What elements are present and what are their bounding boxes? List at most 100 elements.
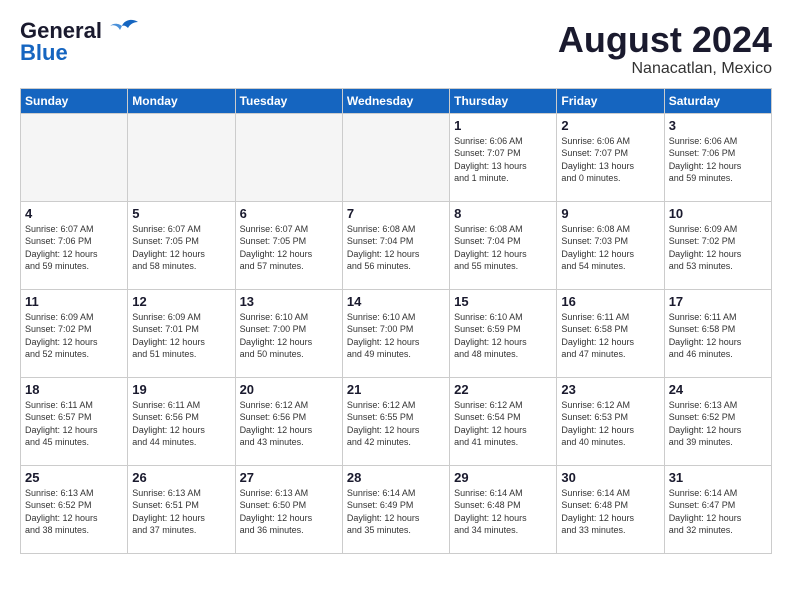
day-info: Sunrise: 6:13 AMSunset: 6:52 PMDaylight:… [669,399,767,449]
calendar-cell: 21 Sunrise: 6:12 AMSunset: 6:55 PMDayligh… [342,377,449,465]
calendar-cell: 30 Sunrise: 6:14 AMSunset: 6:48 PMDayligh… [557,465,664,553]
column-header-thursday: Thursday [450,88,557,113]
day-number: 25 [25,470,123,485]
calendar-table: SundayMondayTuesdayWednesdayThursdayFrid… [20,88,772,554]
day-info: Sunrise: 6:11 AMSunset: 6:57 PMDaylight:… [25,399,123,449]
week-row-1: 1 Sunrise: 6:06 AMSunset: 7:07 PMDaylight… [21,113,772,201]
day-info: Sunrise: 6:14 AMSunset: 6:48 PMDaylight:… [454,487,552,537]
day-number: 20 [240,382,338,397]
calendar-cell: 1 Sunrise: 6:06 AMSunset: 7:07 PMDaylight… [450,113,557,201]
day-number: 16 [561,294,659,309]
day-info: Sunrise: 6:13 AMSunset: 6:51 PMDaylight:… [132,487,230,537]
day-info: Sunrise: 6:14 AMSunset: 6:47 PMDaylight:… [669,487,767,537]
day-number: 17 [669,294,767,309]
calendar-cell: 22 Sunrise: 6:12 AMSunset: 6:54 PMDayligh… [450,377,557,465]
calendar-cell: 10 Sunrise: 6:09 AMSunset: 7:02 PMDayligh… [664,201,771,289]
day-info: Sunrise: 6:07 AMSunset: 7:06 PMDaylight:… [25,223,123,273]
week-row-3: 11 Sunrise: 6:09 AMSunset: 7:02 PMDayligh… [21,289,772,377]
day-info: Sunrise: 6:07 AMSunset: 7:05 PMDaylight:… [240,223,338,273]
day-info: Sunrise: 6:06 AMSunset: 7:06 PMDaylight:… [669,135,767,185]
calendar-cell: 28 Sunrise: 6:14 AMSunset: 6:49 PMDayligh… [342,465,449,553]
location-subtitle: Nanacatlan, Mexico [558,60,772,78]
day-number: 26 [132,470,230,485]
day-info: Sunrise: 6:08 AMSunset: 7:04 PMDaylight:… [347,223,445,273]
day-info: Sunrise: 6:10 AMSunset: 7:00 PMDaylight:… [347,311,445,361]
calendar-cell: 23Sunrise: 6:12 AMSunset: 6:53 PMDayligh… [557,377,664,465]
day-info: Sunrise: 6:11 AMSunset: 6:56 PMDaylight:… [132,399,230,449]
calendar-cell [235,113,342,201]
logo-bird-icon [104,18,140,48]
calendar-cell: 27 Sunrise: 6:13 AMSunset: 6:50 PMDayligh… [235,465,342,553]
day-info: Sunrise: 6:09 AMSunset: 7:02 PMDaylight:… [669,223,767,273]
logo-text: GeneralBlue [20,20,102,64]
day-info: Sunrise: 6:07 AMSunset: 7:05 PMDaylight:… [132,223,230,273]
day-info: Sunrise: 6:10 AMSunset: 6:59 PMDaylight:… [454,311,552,361]
day-number: 15 [454,294,552,309]
calendar-cell: 7 Sunrise: 6:08 AMSunset: 7:04 PMDaylight… [342,201,449,289]
month-year-title: August 2024 [558,20,772,60]
day-info: Sunrise: 6:12 AMSunset: 6:55 PMDaylight:… [347,399,445,449]
day-number: 27 [240,470,338,485]
day-info: Sunrise: 6:06 AMSunset: 7:07 PMDaylight:… [561,135,659,185]
calendar-cell: 24 Sunrise: 6:13 AMSunset: 6:52 PMDayligh… [664,377,771,465]
day-number: 31 [669,470,767,485]
day-number: 8 [454,206,552,221]
day-info: Sunrise: 6:14 AMSunset: 6:48 PMDaylight:… [561,487,659,537]
day-info: Sunrise: 6:12 AMSunset: 6:56 PMDaylight:… [240,399,338,449]
day-info: Sunrise: 6:09 AMSunset: 7:02 PMDaylight:… [25,311,123,361]
day-number: 13 [240,294,338,309]
day-number: 22 [454,382,552,397]
logo: GeneralBlue [20,20,140,64]
day-number: 12 [132,294,230,309]
day-number: 18 [25,382,123,397]
calendar-cell: 8Sunrise: 6:08 AMSunset: 7:04 PMDaylight… [450,201,557,289]
calendar-cell: 26 Sunrise: 6:13 AMSunset: 6:51 PMDayligh… [128,465,235,553]
calendar-cell: 29Sunrise: 6:14 AMSunset: 6:48 PMDayligh… [450,465,557,553]
day-number: 1 [454,118,552,133]
day-number: 2 [561,118,659,133]
day-info: Sunrise: 6:11 AMSunset: 6:58 PMDaylight:… [561,311,659,361]
page-header: GeneralBlue August 2024 Nanacatlan, Mexi… [20,20,772,78]
calendar-cell: 4 Sunrise: 6:07 AMSunset: 7:06 PMDaylight… [21,201,128,289]
calendar-cell: 31 Sunrise: 6:14 AMSunset: 6:47 PMDayligh… [664,465,771,553]
day-number: 19 [132,382,230,397]
column-header-tuesday: Tuesday [235,88,342,113]
calendar-cell: 5Sunrise: 6:07 AMSunset: 7:05 PMDaylight… [128,201,235,289]
calendar-cell: 3Sunrise: 6:06 AMSunset: 7:06 PMDaylight… [664,113,771,201]
calendar-cell: 17Sunrise: 6:11 AMSunset: 6:58 PMDayligh… [664,289,771,377]
calendar-cell: 6Sunrise: 6:07 AMSunset: 7:05 PMDaylight… [235,201,342,289]
day-info: Sunrise: 6:10 AMSunset: 7:00 PMDaylight:… [240,311,338,361]
day-info: Sunrise: 6:13 AMSunset: 6:52 PMDaylight:… [25,487,123,537]
calendar-cell: 11 Sunrise: 6:09 AMSunset: 7:02 PMDayligh… [21,289,128,377]
column-header-monday: Monday [128,88,235,113]
day-number: 24 [669,382,767,397]
day-number: 30 [561,470,659,485]
day-number: 7 [347,206,445,221]
day-info: Sunrise: 6:12 AMSunset: 6:53 PMDaylight:… [561,399,659,449]
day-number: 11 [25,294,123,309]
day-info: Sunrise: 6:09 AMSunset: 7:01 PMDaylight:… [132,311,230,361]
column-header-saturday: Saturday [664,88,771,113]
calendar-cell: 14Sunrise: 6:10 AMSunset: 7:00 PMDayligh… [342,289,449,377]
day-info: Sunrise: 6:14 AMSunset: 6:49 PMDaylight:… [347,487,445,537]
column-header-sunday: Sunday [21,88,128,113]
week-row-2: 4 Sunrise: 6:07 AMSunset: 7:06 PMDaylight… [21,201,772,289]
week-row-5: 25 Sunrise: 6:13 AMSunset: 6:52 PMDayligh… [21,465,772,553]
day-info: Sunrise: 6:13 AMSunset: 6:50 PMDaylight:… [240,487,338,537]
calendar-cell: 9Sunrise: 6:08 AMSunset: 7:03 PMDaylight… [557,201,664,289]
calendar-cell: 16 Sunrise: 6:11 AMSunset: 6:58 PMDayligh… [557,289,664,377]
day-number: 10 [669,206,767,221]
calendar-cell [128,113,235,201]
calendar-cell: 15 Sunrise: 6:10 AMSunset: 6:59 PMDayligh… [450,289,557,377]
day-info: Sunrise: 6:06 AMSunset: 7:07 PMDaylight:… [454,135,552,185]
column-header-friday: Friday [557,88,664,113]
day-number: 4 [25,206,123,221]
day-info: Sunrise: 6:12 AMSunset: 6:54 PMDaylight:… [454,399,552,449]
calendar-cell: 13 Sunrise: 6:10 AMSunset: 7:00 PMDayligh… [235,289,342,377]
calendar-cell: 25 Sunrise: 6:13 AMSunset: 6:52 PMDayligh… [21,465,128,553]
calendar-cell: 12 Sunrise: 6:09 AMSunset: 7:01 PMDayligh… [128,289,235,377]
day-number: 28 [347,470,445,485]
calendar-header-row: SundayMondayTuesdayWednesdayThursdayFrid… [21,88,772,113]
day-number: 21 [347,382,445,397]
calendar-cell [342,113,449,201]
